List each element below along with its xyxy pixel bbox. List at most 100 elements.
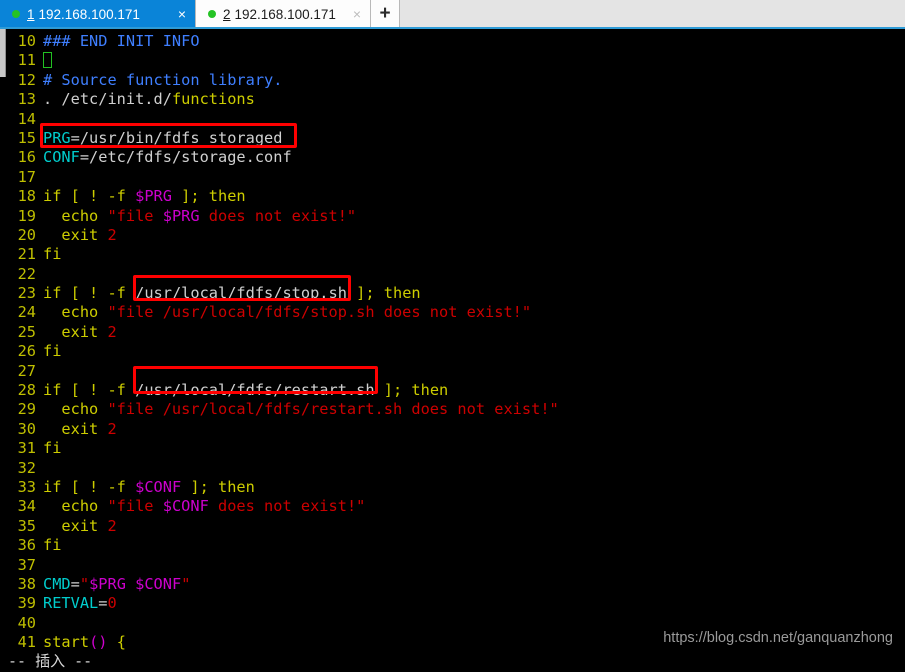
code-line: 21 fi: [0, 245, 905, 264]
vim-buffer[interactable]: 10 ### END INIT INFO 11 12 # Source function…: [0, 29, 905, 672]
code-line: 28 if [ ! -f /usr/local/fdfs/restart.sh ]…: [0, 381, 905, 400]
code-line: 19 echo "file $PRG does not exist!": [0, 207, 905, 226]
code-line: 23 if [ ! -f /usr/local/fdfs/stop.sh ]; t…: [0, 284, 905, 303]
line-number: 10: [17, 32, 36, 50]
code-token: RETVAL: [43, 594, 99, 613]
code-token: $CONF: [162, 497, 209, 516]
code-line: 13 . /etc/init.d/functions: [0, 90, 905, 109]
line-number: 24: [17, 303, 36, 322]
code-token: /usr/local/fdfs/stop.sh: [135, 284, 347, 303]
code-token: does not exist!": [199, 206, 357, 225]
terminal-tab-1[interactable]: 1 192.168.100.171 ×: [0, 0, 195, 28]
close-icon[interactable]: ×: [175, 7, 189, 21]
code-token: functions: [171, 90, 255, 109]
code-token: exit: [43, 419, 108, 438]
line-number: 19: [17, 206, 36, 225]
code-token: if [ ! -f: [43, 381, 136, 400]
line-number: 15: [17, 128, 36, 147]
code-line: 36 fi: [0, 536, 905, 555]
code-token: 2: [107, 516, 117, 535]
line-number: 30: [17, 419, 36, 438]
code-token: fi: [43, 439, 62, 458]
line-number: 22: [17, 264, 36, 283]
tab-index-2: 2: [223, 6, 231, 22]
connected-dot-icon: [208, 10, 216, 18]
code-line: 26 fi: [0, 342, 905, 361]
code-token: ]; then: [181, 477, 255, 496]
code-token: "file /usr/local/fdfs/restart.sh does no…: [107, 400, 559, 419]
code-token: fi: [43, 342, 62, 361]
code-token: 0: [107, 594, 117, 613]
line-number: 29: [17, 400, 36, 419]
line-number: 33: [17, 477, 36, 496]
code-token: ": [79, 574, 90, 593]
line-number: 40: [17, 613, 36, 632]
code-line: 18 if [ ! -f $PRG ]; then: [0, 187, 905, 206]
tab-index-1: 1: [27, 6, 35, 22]
code-line: 24 echo "file /usr/local/fdfs/stop.sh do…: [0, 303, 905, 322]
tab-bar: 1 192.168.100.171 × 2 192.168.100.171 × …: [0, 0, 905, 29]
tab-bar-empty-area: [400, 0, 905, 29]
line-number: 21: [17, 245, 36, 264]
terminal-screen[interactable]: 10 ### END INIT INFO 11 12 # Source function…: [0, 29, 905, 672]
code-token: . /etc/init.d/: [43, 90, 172, 109]
code-token: ### END INIT INFO: [43, 32, 200, 50]
code-token: CONF: [43, 148, 80, 167]
code-token: exit: [43, 516, 108, 535]
code-token: $PRG: [135, 187, 172, 206]
code-line: 14: [0, 110, 905, 129]
code-line: 15 PRG=/usr/bin/fdfs_storaged: [0, 129, 905, 148]
code-token: ]; then: [346, 284, 421, 303]
code-line: 27: [0, 362, 905, 381]
close-icon[interactable]: ×: [350, 7, 364, 21]
code-token: echo: [43, 497, 108, 516]
code-line: 37: [0, 556, 905, 575]
code-token: "file /usr/local/fdfs/stop.sh does not e…: [107, 303, 532, 322]
code-token: /usr/local/fdfs/restart.sh: [135, 381, 375, 400]
line-number: 38: [17, 574, 36, 593]
code-line: 31 fi: [0, 439, 905, 458]
code-token: exit: [43, 322, 108, 341]
code-token: PRG: [43, 128, 71, 147]
code-line: 11: [0, 51, 905, 70]
code-line: 34 echo "file $CONF does not exist!": [0, 497, 905, 516]
code-token: exit: [43, 225, 108, 244]
line-number: 25: [17, 322, 36, 341]
vim-status-line: -- 插入 --: [0, 650, 905, 672]
code-line: 29 echo "file /usr/local/fdfs/restart.sh…: [0, 400, 905, 419]
terminal-tab-2[interactable]: 2 192.168.100.171 ×: [195, 0, 371, 28]
code-token: =: [70, 574, 80, 593]
code-token: if [ ! -f: [43, 187, 136, 206]
code-token: echo: [43, 400, 108, 419]
new-tab-button[interactable]: +: [371, 0, 400, 28]
line-number: 16: [17, 148, 36, 167]
code-token: fi: [43, 536, 62, 555]
line-number: 39: [17, 594, 36, 613]
code-token: ]; then: [374, 381, 449, 400]
tab-title-1: 192.168.100.171: [38, 6, 140, 22]
code-line: 10 ### END INIT INFO: [0, 32, 905, 51]
code-token: $PRG: [162, 206, 200, 225]
code-token: ]; then: [171, 187, 246, 206]
code-line: 25 exit 2: [0, 323, 905, 342]
code-line: 17: [0, 168, 905, 187]
code-token: does not exist!": [208, 497, 366, 516]
line-number: 11: [17, 51, 36, 70]
code-line: 20 exit 2: [0, 226, 905, 245]
code-token: echo: [43, 303, 108, 322]
code-token: =/etc/fdfs/storage.conf: [79, 148, 292, 167]
text-cursor: [43, 52, 52, 69]
code-token: $PRG $CONF: [89, 574, 182, 593]
code-token: start: [43, 633, 90, 652]
code-token: ": [181, 574, 191, 593]
line-number: 37: [17, 555, 36, 574]
terminal-window: 1 192.168.100.171 × 2 192.168.100.171 × …: [0, 0, 905, 672]
line-number: 35: [17, 516, 36, 535]
line-number: 23: [17, 284, 36, 303]
code-token: (): [89, 633, 108, 652]
code-token: "file: [107, 497, 163, 516]
line-number: 36: [17, 536, 36, 555]
line-number: 14: [17, 109, 36, 128]
line-number: 31: [17, 439, 36, 458]
line-number: 18: [17, 187, 36, 206]
